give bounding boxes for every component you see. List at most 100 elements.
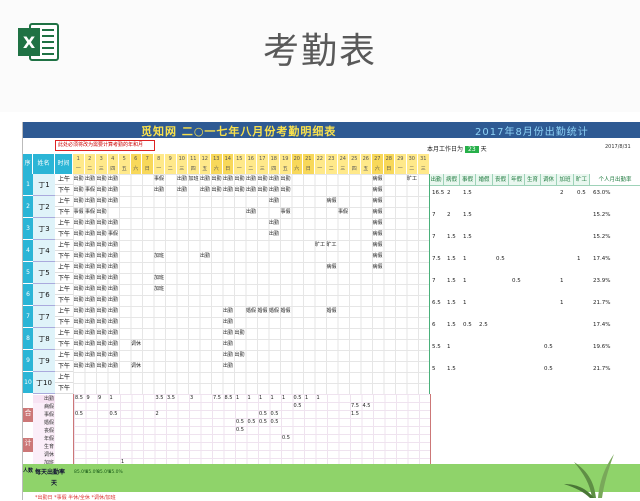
employee-name[interactable]: 丁7	[33, 306, 55, 328]
attendance-cell[interactable]: 出勤	[74, 339, 84, 350]
attendance-cell[interactable]: 出勤	[85, 361, 95, 372]
attendance-cell[interactable]: 调休	[131, 361, 141, 372]
attendance-cell[interactable]: 出勤	[97, 306, 107, 317]
attendance-cell[interactable]: 出勤	[97, 229, 107, 240]
attendance-cell[interactable]: 出勤	[97, 317, 107, 328]
attendance-cell[interactable]: 出勤	[97, 328, 107, 339]
attendance-cell[interactable]: 出勤	[74, 350, 84, 361]
attendance-cell[interactable]: 病假	[373, 218, 383, 229]
attendance-cell[interactable]: 出勤	[85, 240, 95, 251]
attendance-cell[interactable]: 出勤	[97, 262, 107, 273]
attendance-cell[interactable]: 出勤	[97, 218, 107, 229]
attendance-cell[interactable]: 出勤	[223, 361, 233, 372]
attendance-cell[interactable]: 病假	[327, 262, 337, 273]
attendance-cell[interactable]: 出勤	[85, 350, 95, 361]
attendance-cell[interactable]: 出勤	[223, 317, 233, 328]
attendance-cell[interactable]: 出勤	[108, 185, 118, 196]
attendance-cell[interactable]: 出勤	[269, 185, 279, 196]
attendance-cell[interactable]: 出勤	[74, 218, 84, 229]
attendance-cell[interactable]: 出勤	[85, 174, 95, 185]
workdays-value[interactable]: 23	[465, 146, 479, 153]
attendance-cell[interactable]: 出勤	[108, 328, 118, 339]
attendance-cell[interactable]: 出勤	[74, 262, 84, 273]
attendance-cell[interactable]: 旷工	[315, 240, 325, 251]
employee-name[interactable]: 丁1	[33, 174, 55, 196]
employee-name[interactable]: 丁5	[33, 262, 55, 284]
attendance-cell[interactable]: 婚假	[281, 306, 291, 317]
employee-name[interactable]: 丁9	[33, 350, 55, 372]
attendance-cell[interactable]: 出勤	[85, 251, 95, 262]
attendance-cell[interactable]: 加班	[189, 174, 199, 185]
attendance-cell[interactable]: 出勤	[108, 174, 118, 185]
attendance-cell[interactable]: 病假	[373, 207, 383, 218]
attendance-cell[interactable]: 出勤	[223, 350, 233, 361]
attendance-cell[interactable]: 出勤	[281, 174, 291, 185]
attendance-cell[interactable]: 出勤	[108, 350, 118, 361]
employee-name[interactable]: 丁2	[33, 196, 55, 218]
attendance-cell[interactable]: 出勤	[269, 229, 279, 240]
attendance-cell[interactable]: 出勤	[74, 251, 84, 262]
attendance-cell[interactable]: 出勤	[85, 339, 95, 350]
attendance-cell[interactable]: 出勤	[108, 251, 118, 262]
attendance-cell[interactable]: 出勤	[246, 207, 256, 218]
attendance-cell[interactable]: 出勤	[258, 174, 268, 185]
attendance-cell[interactable]: 出勤	[74, 174, 84, 185]
attendance-cell[interactable]: 出勤	[74, 229, 84, 240]
attendance-cell[interactable]: 出勤	[108, 262, 118, 273]
attendance-cell[interactable]: 出勤	[177, 185, 187, 196]
attendance-cell[interactable]: 出勤	[223, 328, 233, 339]
attendance-cell[interactable]: 出勤	[85, 218, 95, 229]
attendance-cell[interactable]: 事假	[74, 207, 84, 218]
attendance-cell[interactable]: 病假	[373, 229, 383, 240]
attendance-cell[interactable]: 出勤	[108, 295, 118, 306]
attendance-cell[interactable]: 出勤	[269, 196, 279, 207]
attendance-cell[interactable]: 出勤	[85, 229, 95, 240]
attendance-cell[interactable]: 出勤	[200, 185, 210, 196]
attendance-cell[interactable]: 出勤	[74, 295, 84, 306]
attendance-cell[interactable]: 出勤	[108, 317, 118, 328]
attendance-cell[interactable]: 出勤	[97, 174, 107, 185]
attendance-cell[interactable]: 出勤	[281, 185, 291, 196]
attendance-cell[interactable]: 加班	[154, 284, 164, 295]
attendance-cell[interactable]: 出勤	[235, 328, 245, 339]
attendance-cell[interactable]: 出勤	[97, 284, 107, 295]
attendance-cell[interactable]: 事假	[154, 174, 164, 185]
attendance-cell[interactable]: 出勤	[97, 295, 107, 306]
attendance-cell[interactable]: 事假	[281, 207, 291, 218]
attendance-cell[interactable]: 出勤	[74, 240, 84, 251]
attendance-cell[interactable]: 出勤	[269, 174, 279, 185]
attendance-cell[interactable]: 调休	[131, 339, 141, 350]
attendance-cell[interactable]: 出勤	[177, 174, 187, 185]
attendance-cell[interactable]: 婚假	[269, 306, 279, 317]
attendance-cell[interactable]: 出勤	[200, 174, 210, 185]
attendance-cell[interactable]: 出勤	[97, 251, 107, 262]
attendance-cell[interactable]: 出勤	[74, 328, 84, 339]
attendance-cell[interactable]: 出勤	[108, 240, 118, 251]
attendance-cell[interactable]: 婚假	[258, 306, 268, 317]
attendance-cell[interactable]: 婚假	[246, 306, 256, 317]
attendance-cell[interactable]: 事假	[85, 207, 95, 218]
attendance-cell[interactable]: 出勤	[235, 174, 245, 185]
attendance-cell[interactable]: 出勤	[223, 185, 233, 196]
attendance-cell[interactable]: 出勤	[108, 218, 118, 229]
attendance-cell[interactable]: 出勤	[212, 185, 222, 196]
employee-name[interactable]: 丁10	[33, 372, 55, 394]
attendance-cell[interactable]: 病假	[373, 174, 383, 185]
attendance-cell[interactable]: 出勤	[246, 185, 256, 196]
employee-name[interactable]: 丁8	[33, 328, 55, 350]
attendance-cell[interactable]: 事假	[108, 229, 118, 240]
attendance-cell[interactable]: 出勤	[258, 185, 268, 196]
attendance-cell[interactable]: 出勤	[223, 306, 233, 317]
attendance-cell[interactable]: 病假	[373, 196, 383, 207]
attendance-cell[interactable]: 出勤	[108, 284, 118, 295]
attendance-cell[interactable]: 出勤	[74, 317, 84, 328]
attendance-cell[interactable]: 出勤	[108, 273, 118, 284]
attendance-cell[interactable]: 出勤	[108, 361, 118, 372]
attendance-cell[interactable]: 病假	[373, 251, 383, 262]
attendance-cell[interactable]: 出勤	[269, 218, 279, 229]
attendance-cell[interactable]: 出勤	[85, 317, 95, 328]
attendance-cell[interactable]: 出勤	[74, 196, 84, 207]
attendance-cell[interactable]: 出勤	[74, 361, 84, 372]
employee-name[interactable]: 丁3	[33, 218, 55, 240]
attendance-cell[interactable]: 出勤	[235, 350, 245, 361]
